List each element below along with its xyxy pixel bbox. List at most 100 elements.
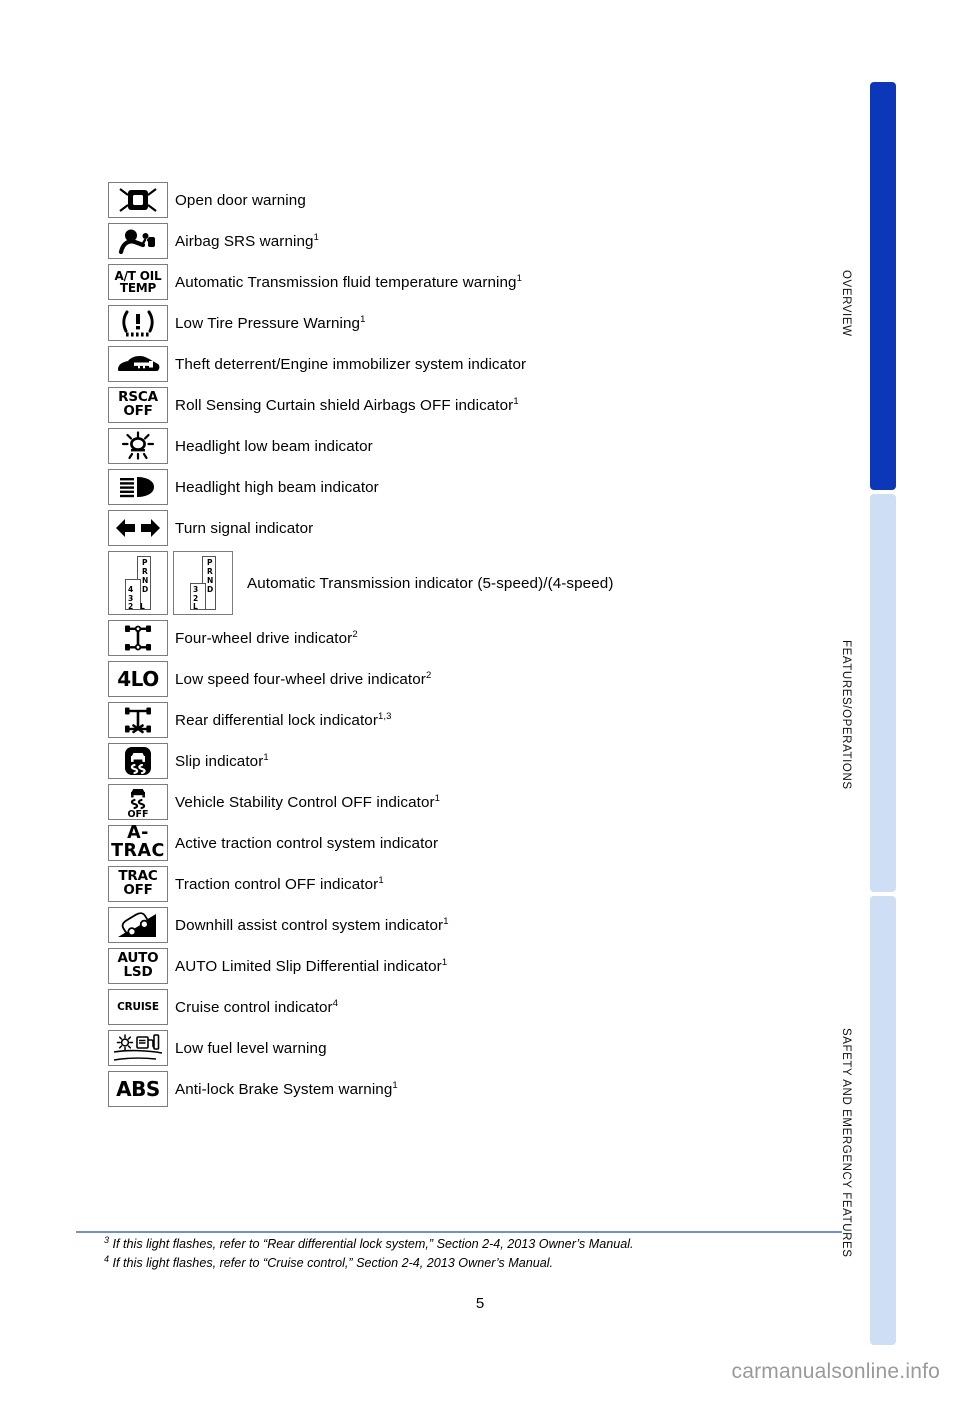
automatic-transmission-4speed-icon: P R N D 3 2 L	[173, 551, 233, 615]
shift-pattern-5speed: P R N D 4 3 2 L	[121, 555, 155, 611]
row-footnote-marker: 1	[441, 956, 448, 968]
row-description-text: Automatic Transmission indicator (5-spee…	[247, 575, 614, 593]
downhill-assist-control-icon	[108, 907, 168, 943]
abs-icon: ABS	[108, 1071, 168, 1107]
rsca-off-icon: RSCA OFF	[108, 387, 168, 423]
row-description-text: Open door warning	[175, 192, 306, 210]
table-row: OFF Vehicle Stability Control OFF indica…	[108, 784, 868, 820]
footnote-divider	[76, 1231, 842, 1233]
low-fuel-level-warning-icon	[108, 1030, 168, 1066]
table-row: Downhill assist control system indicator…	[108, 907, 868, 943]
row-description-text: Headlight low beam indicator	[175, 438, 373, 456]
row-footnote-marker: 1	[360, 313, 366, 325]
row-description-text: Rear differential lock indicator	[175, 712, 378, 730]
headlight-low-beam-icon	[108, 428, 168, 464]
slip-indicator-icon	[108, 743, 168, 779]
row-description: Vehicle Stability Control OFF indicator1	[175, 793, 440, 811]
section-tab-overview[interactable]	[870, 82, 896, 490]
at-oil-temp-icon: A/T OIL TEMP	[108, 264, 168, 300]
svg-text:OFF: OFF	[127, 809, 148, 818]
gear-label-p: P	[142, 558, 148, 567]
table-row: Headlight low beam indicator	[108, 428, 868, 464]
turn-signal-icon	[108, 510, 168, 546]
table-row: AUTO LSD AUTO Limited Slip Differential …	[108, 948, 868, 984]
table-row: A-TRAC Active traction control system in…	[108, 823, 868, 861]
gear-label-4: 4	[128, 585, 134, 594]
four-lo-icon: 4LO	[108, 661, 168, 697]
airbag-srs-warning-icon	[108, 223, 168, 259]
row-description: Anti-lock Brake System warning1	[175, 1080, 398, 1098]
row-description: Low Tire Pressure Warning1	[175, 314, 366, 332]
indicator-symbol-list: Open door warning Airbag SRS warning1 A/…	[108, 182, 868, 1112]
row-description: Automatic Transmission indicator (5-spee…	[247, 574, 613, 592]
row-description-text: Low Tire Pressure Warning	[175, 315, 361, 333]
row-description-text: Active traction control system indicator	[175, 835, 439, 853]
row-description: Low speed four-wheel drive indicator2	[175, 670, 431, 688]
row-footnote-marker: 1	[443, 915, 449, 927]
theft-deterrent-icon	[108, 346, 168, 382]
row-footnote-marker: 1	[392, 1079, 398, 1091]
row-description: Slip indicator1	[175, 752, 269, 770]
trac-off-icon: TRAC OFF	[108, 866, 168, 902]
table-row: Slip indicator1	[108, 743, 868, 779]
row-description: Cruise control indicator4	[175, 998, 338, 1016]
gear-label-r: R	[207, 567, 213, 576]
page-number: 5	[475, 1295, 485, 1312]
automatic-transmission-5speed-icon: P R N D 4 3 2 L	[108, 551, 168, 615]
row-footnote-marker: 1	[513, 395, 519, 407]
gear-label-n: N	[207, 576, 214, 585]
row-description: Active traction control system indicator	[175, 834, 438, 852]
row-description-text: Low fuel level warning	[175, 1040, 327, 1058]
section-tab-features-operations[interactable]	[870, 494, 896, 892]
gear-label-3: 3	[193, 585, 199, 594]
footnote-3: 3 If this light flashes, refer to “Rear …	[104, 1234, 864, 1253]
table-row: Low fuel level warning	[108, 1030, 868, 1066]
row-description-text: Downhill assist control system indicator	[175, 917, 444, 935]
low-tire-pressure-warning-icon	[108, 305, 168, 341]
table-row: Rear differential lock indicator1,3	[108, 702, 868, 738]
row-description: Downhill assist control system indicator…	[175, 916, 449, 934]
trac-off-line2: OFF	[123, 882, 153, 898]
row-footnote-marker: 2	[352, 628, 358, 640]
section-tab-safety-emergency[interactable]	[870, 896, 896, 1345]
table-row: Turn signal indicator	[108, 510, 868, 546]
row-description-text: Low speed four-wheel drive indicator	[175, 671, 426, 689]
row-description-text: Roll Sensing Curtain shield Airbags OFF …	[175, 397, 514, 415]
row-footnote-marker: 4	[332, 997, 339, 1009]
row-description: Four-wheel drive indicator2	[175, 629, 358, 647]
table-row: Four-wheel drive indicator2	[108, 620, 868, 656]
gear-label-r: R	[142, 567, 148, 576]
a-trac-text: A-TRAC	[111, 823, 165, 861]
section-tab-rail: OVERVIEW FEATURES/OPERATIONS SAFETY AND …	[840, 0, 908, 1345]
gear-label-d: D	[207, 585, 214, 594]
abs-text: ABS	[116, 1076, 160, 1101]
row-description: Low fuel level warning	[175, 1039, 327, 1057]
row-description: Headlight high beam indicator	[175, 478, 379, 496]
auto-lsd-icon: AUTO LSD	[108, 948, 168, 984]
row-description-text: Traction control OFF indicator	[175, 876, 379, 894]
row-description-text: AUTO Limited Slip Differential indicator	[175, 958, 442, 976]
row-footnote-marker: 2	[425, 669, 432, 681]
row-description: Airbag SRS warning1	[175, 232, 319, 250]
row-description-text: Four-wheel drive indicator	[175, 630, 353, 648]
row-description-text: Automatic Transmission fluid temperature…	[175, 274, 517, 292]
open-door-warning-icon	[108, 182, 168, 218]
row-description: AUTO Limited Slip Differential indicator…	[175, 957, 447, 975]
row-description: Roll Sensing Curtain shield Airbags OFF …	[175, 396, 519, 414]
row-description: Theft deterrent/Engine immobilizer syste…	[175, 355, 526, 373]
table-row: ABS Anti-lock Brake System warning1	[108, 1071, 868, 1107]
rsca-off-line2: OFF	[123, 403, 153, 419]
shift-pattern-4speed: P R N D 3 2 L	[186, 555, 220, 611]
row-description-text: Slip indicator	[175, 753, 264, 771]
table-row: Open door warning	[108, 182, 868, 218]
rear-differential-lock-icon	[108, 702, 168, 738]
table-row: TRAC OFF Traction control OFF indicator1	[108, 866, 868, 902]
table-row: CRUISE Cruise control indicator4	[108, 989, 868, 1025]
cruise-icon: CRUISE	[108, 989, 168, 1025]
auto-lsd-line2: LSD	[123, 964, 153, 980]
row-footnote-marker: 1	[263, 751, 269, 763]
row-description-text: Anti-lock Brake System warning	[175, 1081, 393, 1099]
gear-label-l: L	[193, 602, 198, 611]
row-description-text: Headlight high beam indicator	[175, 479, 379, 497]
row-description-text: Vehicle Stability Control OFF indicator	[175, 794, 435, 812]
